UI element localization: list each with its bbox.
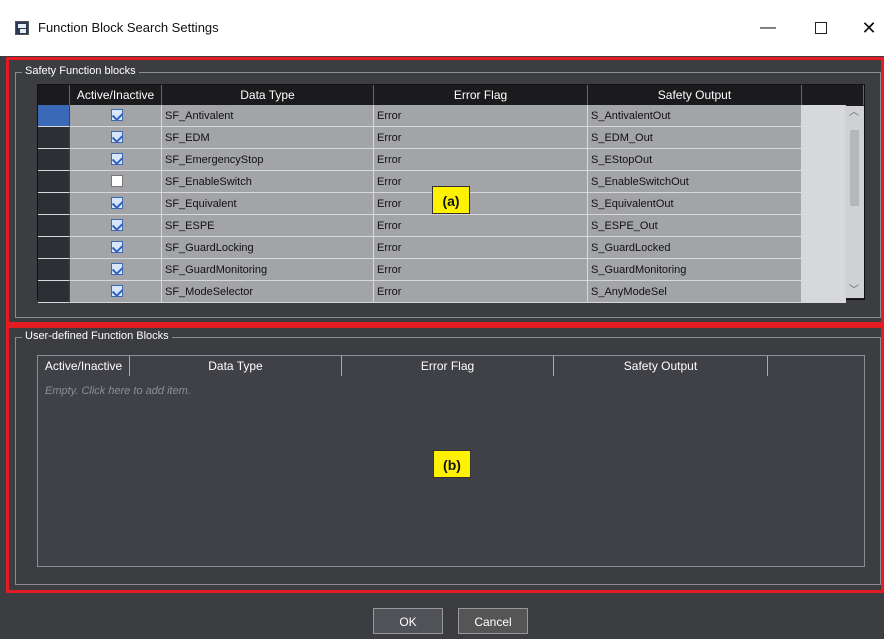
title-bar: Function Block Search Settings — ✕ [0,0,884,56]
data-type-cell[interactable]: SF_ModeSelector [162,281,374,303]
active-checkbox[interactable] [111,263,123,275]
safety-group-label: Safety Function blocks [22,65,139,77]
user-header-active[interactable]: Active/Inactive [38,356,130,376]
error-flag-cell[interactable]: Error [374,259,588,281]
data-type-cell[interactable]: SF_Antivalent [162,105,374,127]
row-header[interactable] [38,149,70,171]
error-flag-cell[interactable]: Error [374,193,588,215]
minimize-button[interactable]: — [756,16,780,40]
safety-output-cell[interactable]: S_AntivalentOut [588,105,802,127]
row-header[interactable] [38,171,70,193]
filler-cell [802,259,846,281]
safety-header-error-flag[interactable]: Error Flag [374,85,588,105]
table-row[interactable]: SF_Antivalent Error S_AntivalentOut [38,105,866,127]
filler-cell [802,237,846,259]
error-flag-cell[interactable]: Error [374,237,588,259]
row-header[interactable] [38,215,70,237]
active-checkbox[interactable] [111,219,123,231]
scroll-up-icon[interactable]: ︿ [849,108,859,118]
filler-cell [802,127,846,149]
callout-b: (b) [433,450,471,478]
filler-cell [802,149,846,171]
scrollbar-thumb[interactable] [850,130,859,206]
data-type-cell[interactable]: SF_GuardMonitoring [162,259,374,281]
table-row[interactable]: SF_EmergencyStop Error S_EStopOut [38,149,866,171]
safety-output-cell[interactable]: S_GuardLocked [588,237,802,259]
table-row[interactable]: SF_GuardLocking Error S_GuardLocked [38,237,866,259]
row-header[interactable] [38,127,70,149]
safety-header-data-type[interactable]: Data Type [162,85,374,105]
callout-a: (a) [432,186,470,214]
safety-output-cell[interactable]: S_EStopOut [588,149,802,171]
error-flag-cell[interactable]: Error [374,281,588,303]
safety-header-rowhead [38,85,70,105]
error-flag-cell[interactable]: Error [374,171,588,193]
user-header-data-type[interactable]: Data Type [130,356,342,376]
data-type-cell[interactable]: SF_EDM [162,127,374,149]
table-row[interactable]: SF_GuardMonitoring Error S_GuardMonitoring [38,259,866,281]
filler-cell [802,105,846,127]
safety-header-filler [802,85,864,105]
row-header[interactable] [38,237,70,259]
safety-header-active[interactable]: Active/Inactive [70,85,162,105]
data-type-cell[interactable]: SF_GuardLocking [162,237,374,259]
error-flag-cell[interactable]: Error [374,105,588,127]
filler-cell [802,281,846,303]
user-group-label: User-defined Function Blocks [22,330,172,342]
ok-button[interactable]: OK [373,608,443,634]
user-header-error-flag[interactable]: Error Flag [342,356,554,376]
safety-output-cell[interactable]: S_GuardMonitoring [588,259,802,281]
active-checkbox[interactable] [111,153,123,165]
active-cell [70,281,162,303]
row-header[interactable] [38,281,70,303]
safety-output-cell[interactable]: S_ESPE_Out [588,215,802,237]
active-checkbox[interactable] [111,241,123,253]
error-flag-cell[interactable]: Error [374,215,588,237]
active-checkbox[interactable] [111,131,123,143]
cancel-button[interactable]: Cancel [458,608,528,634]
table-row[interactable]: SF_EDM Error S_EDM_Out [38,127,866,149]
data-type-cell[interactable]: SF_Equivalent [162,193,374,215]
window-title: Function Block Search Settings [38,20,219,35]
error-flag-cell[interactable]: Error [374,127,588,149]
safety-output-cell[interactable]: S_AnyModeSel [588,281,802,303]
active-checkbox[interactable] [111,285,123,297]
table-row[interactable]: SF_ESPE Error S_ESPE_Out [38,215,866,237]
data-type-cell[interactable]: SF_ESPE [162,215,374,237]
active-checkbox[interactable] [111,175,123,187]
filler-cell [802,215,846,237]
user-header-safety-output[interactable]: Safety Output [554,356,768,376]
table-row[interactable]: SF_ModeSelector Error S_AnyModeSel [38,281,866,303]
active-cell [70,149,162,171]
error-flag-cell[interactable]: Error [374,149,588,171]
filler-cell [802,171,846,193]
active-cell [70,171,162,193]
safety-output-cell[interactable]: S_EnableSwitchOut [588,171,802,193]
maximize-button[interactable] [809,16,833,40]
row-header[interactable] [38,259,70,281]
close-button[interactable]: ✕ [857,16,881,40]
safety-output-cell[interactable]: S_EquivalentOut [588,193,802,215]
active-cell [70,193,162,215]
safety-header-safety-output[interactable]: Safety Output [588,85,802,105]
active-cell [70,105,162,127]
active-cell [70,237,162,259]
scroll-down-icon[interactable]: ﹀ [849,286,859,296]
safety-scrollbar[interactable]: ︿ ﹀ [845,106,864,298]
safety-output-cell[interactable]: S_EDM_Out [588,127,802,149]
active-cell [70,259,162,281]
data-type-cell[interactable]: SF_EnableSwitch [162,171,374,193]
data-type-cell[interactable]: SF_EmergencyStop [162,149,374,171]
active-checkbox[interactable] [111,197,123,209]
empty-add-item-hint[interactable]: Empty. Click here to add item. [45,385,191,397]
app-icon [15,21,29,35]
maximize-icon [815,22,827,34]
row-header[interactable] [38,105,70,127]
row-header[interactable] [38,193,70,215]
active-checkbox[interactable] [111,109,123,121]
active-cell [70,127,162,149]
active-cell [70,215,162,237]
filler-cell [802,193,846,215]
